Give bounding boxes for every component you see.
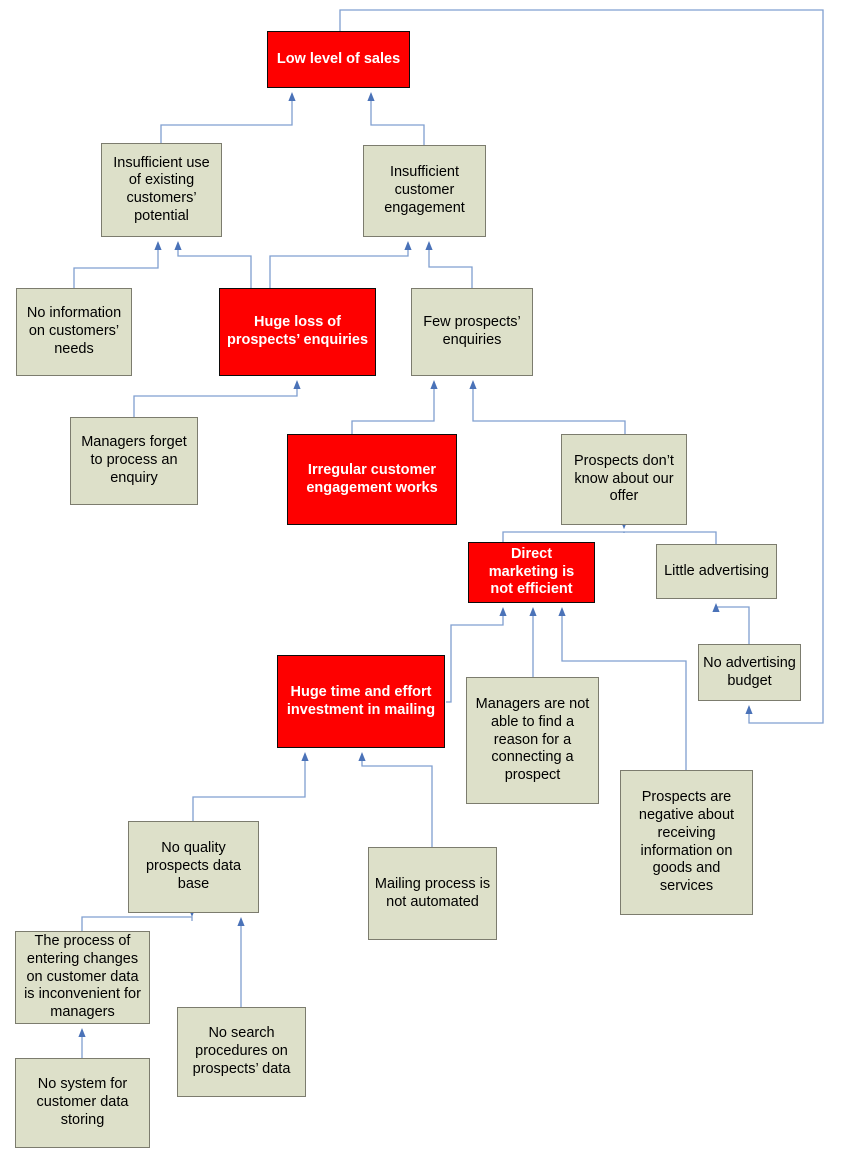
edge-e-huge-loss-to-insufficient-use [174, 241, 252, 288]
node-label: Low level of sales [276, 50, 401, 67]
edge-e-few-prospects-to-insufficient-engagement [425, 241, 473, 288]
node-label: No advertising budget [703, 654, 796, 689]
edge-arrowhead [712, 603, 720, 612]
node-huge-time-and-effort-investment-in-mailing[interactable]: Huge time and effort investment in maili… [277, 655, 445, 748]
node-few-prospects-enquiries[interactable]: Few prospects’ enquiries [411, 288, 533, 376]
edge-arrowhead [469, 380, 477, 389]
edge-line [361, 756, 433, 847]
node-label: Huge time and effort investment in maili… [286, 683, 436, 718]
edge-line [472, 384, 626, 434]
edge-line [160, 96, 293, 143]
node-no-information-on-customers-needs[interactable]: No information on customers’ needs [16, 288, 132, 376]
edge-arrowhead [154, 241, 162, 250]
edge-arrowhead [529, 607, 537, 616]
node-label: Irregular customer engagement works [306, 461, 438, 496]
node-no-quality-prospects-data-base[interactable]: No quality prospects data base [128, 821, 259, 913]
node-label: No search procedures on prospects’ data [192, 1025, 291, 1077]
edge-arrowhead [301, 752, 309, 761]
edge-e-managers-forget-to-huge-loss [133, 380, 301, 417]
edge-arrowhead [558, 607, 566, 616]
edge-e-no-search-to-no-quality-data [237, 917, 245, 1007]
edge-line [502, 531, 625, 542]
edge-arrowhead [404, 241, 412, 250]
node-label: Insufficient use of existing customers’ … [113, 154, 210, 224]
edge-e-irregular-to-few-prospects [351, 380, 438, 434]
edge-line [428, 245, 473, 288]
edge-line [177, 245, 252, 288]
edge-arrowhead [367, 92, 375, 101]
node-label: No system for customer data storing [36, 1076, 129, 1128]
node-label: Prospects don’t know about our offer [574, 452, 674, 505]
node-direct-marketing-is-not-efficient[interactable]: Direct marketing is not efficient [468, 542, 595, 603]
edge-arrowhead [425, 241, 433, 250]
edge-e-no-advertising-budget-to-little-advertising [712, 603, 750, 644]
edge-line [133, 384, 298, 417]
node-label: No quality prospects data base [145, 840, 242, 892]
node-label: Managers forget to process an enquiry [81, 434, 187, 486]
node-huge-loss-of-prospects-enquiries[interactable]: Huge loss of prospects’ enquiries [219, 288, 376, 376]
node-prospects-are-negative-about-receiving-information[interactable]: Prospects are negative about receiving i… [620, 770, 753, 915]
node-label: The process of entering changes on custo… [24, 933, 141, 1021]
node-managers-are-not-able-to-find-a-reason[interactable]: Managers are not able to find a reason f… [466, 677, 599, 804]
edge-arrowhead [237, 917, 245, 926]
edge-e-prospects-dont-know-to-few-prospects [469, 380, 626, 434]
edge-line [269, 245, 409, 288]
node-irregular-customer-engagement-works[interactable]: Irregular customer engagement works [287, 434, 457, 525]
edge-arrowhead [745, 705, 753, 714]
node-the-process-of-entering-changes-is-inconvenient[interactable]: The process of entering changes on custo… [15, 931, 150, 1024]
node-little-advertising[interactable]: Little advertising [656, 544, 777, 599]
edge-arrowhead [430, 380, 438, 389]
node-label: Insufficient customer engagement [384, 164, 465, 216]
node-label: Huge loss of prospects’ enquiries [226, 314, 369, 348]
node-no-system-for-customer-data-storing[interactable]: No system for customer data storing [15, 1058, 150, 1148]
edge-e-mailing-process-to-huge-time [358, 752, 433, 847]
node-label: Mailing process is not automated [374, 875, 491, 910]
edge-e-managers-reason-to-direct-marketing [529, 607, 537, 677]
node-managers-forget-to-process-an-enquiry[interactable]: Managers forget to process an enquiry [70, 417, 198, 505]
node-no-search-procedures-on-prospects-data[interactable]: No search procedures on prospects’ data [177, 1007, 306, 1097]
node-label: Managers are not able to find a reason f… [475, 696, 590, 784]
diagram-canvas: Low level of sales Insufficient use of ex… [0, 0, 841, 1152]
edge-arrowhead [174, 241, 182, 250]
edge-e-no-quality-data-to-huge-time [192, 752, 309, 821]
edge-arrowhead [293, 380, 301, 389]
edge-line [351, 384, 435, 434]
node-prospects-dont-know-about-our-offer[interactable]: Prospects don’t know about our offer [561, 434, 687, 525]
edge-e-insufficient-use-to-low-sales [160, 92, 296, 143]
edge-arrowhead [78, 1028, 86, 1037]
node-label: Little advertising [664, 562, 769, 579]
edge-e-no-system-to-process-entering [78, 1028, 86, 1058]
node-low-level-of-sales[interactable]: Low level of sales [267, 31, 410, 88]
edge-arrowhead [288, 92, 296, 101]
node-insufficient-customer-engagement[interactable]: Insufficient customer engagement [363, 145, 486, 237]
edge-e-insufficient-engagement-to-low-sales [367, 92, 425, 145]
node-label: Prospects are negative about receiving i… [638, 789, 735, 894]
node-insufficient-use-of-existing-customers-potential[interactable]: Insufficient use of existing customers’ … [101, 143, 222, 237]
edge-line [370, 96, 425, 145]
edge-line [81, 916, 193, 931]
edge-line [623, 531, 717, 544]
node-mailing-process-is-not-automated[interactable]: Mailing process is not automated [368, 847, 497, 940]
edge-line [192, 756, 306, 821]
node-label: No information on customers’ needs [26, 305, 122, 357]
edge-e-huge-loss-to-insufficient-engagement [269, 241, 412, 288]
edge-arrowhead [499, 607, 507, 616]
node-label: Direct marketing is not efficient [488, 545, 575, 598]
edge-line [716, 606, 750, 644]
edge-line [73, 245, 159, 288]
node-label: Few prospects’ enquiries [423, 314, 521, 348]
node-no-advertising-budget[interactable]: No advertising budget [698, 644, 801, 701]
edge-arrowhead [358, 752, 366, 761]
edge-e-no-information-to-insufficient-use [73, 241, 162, 288]
